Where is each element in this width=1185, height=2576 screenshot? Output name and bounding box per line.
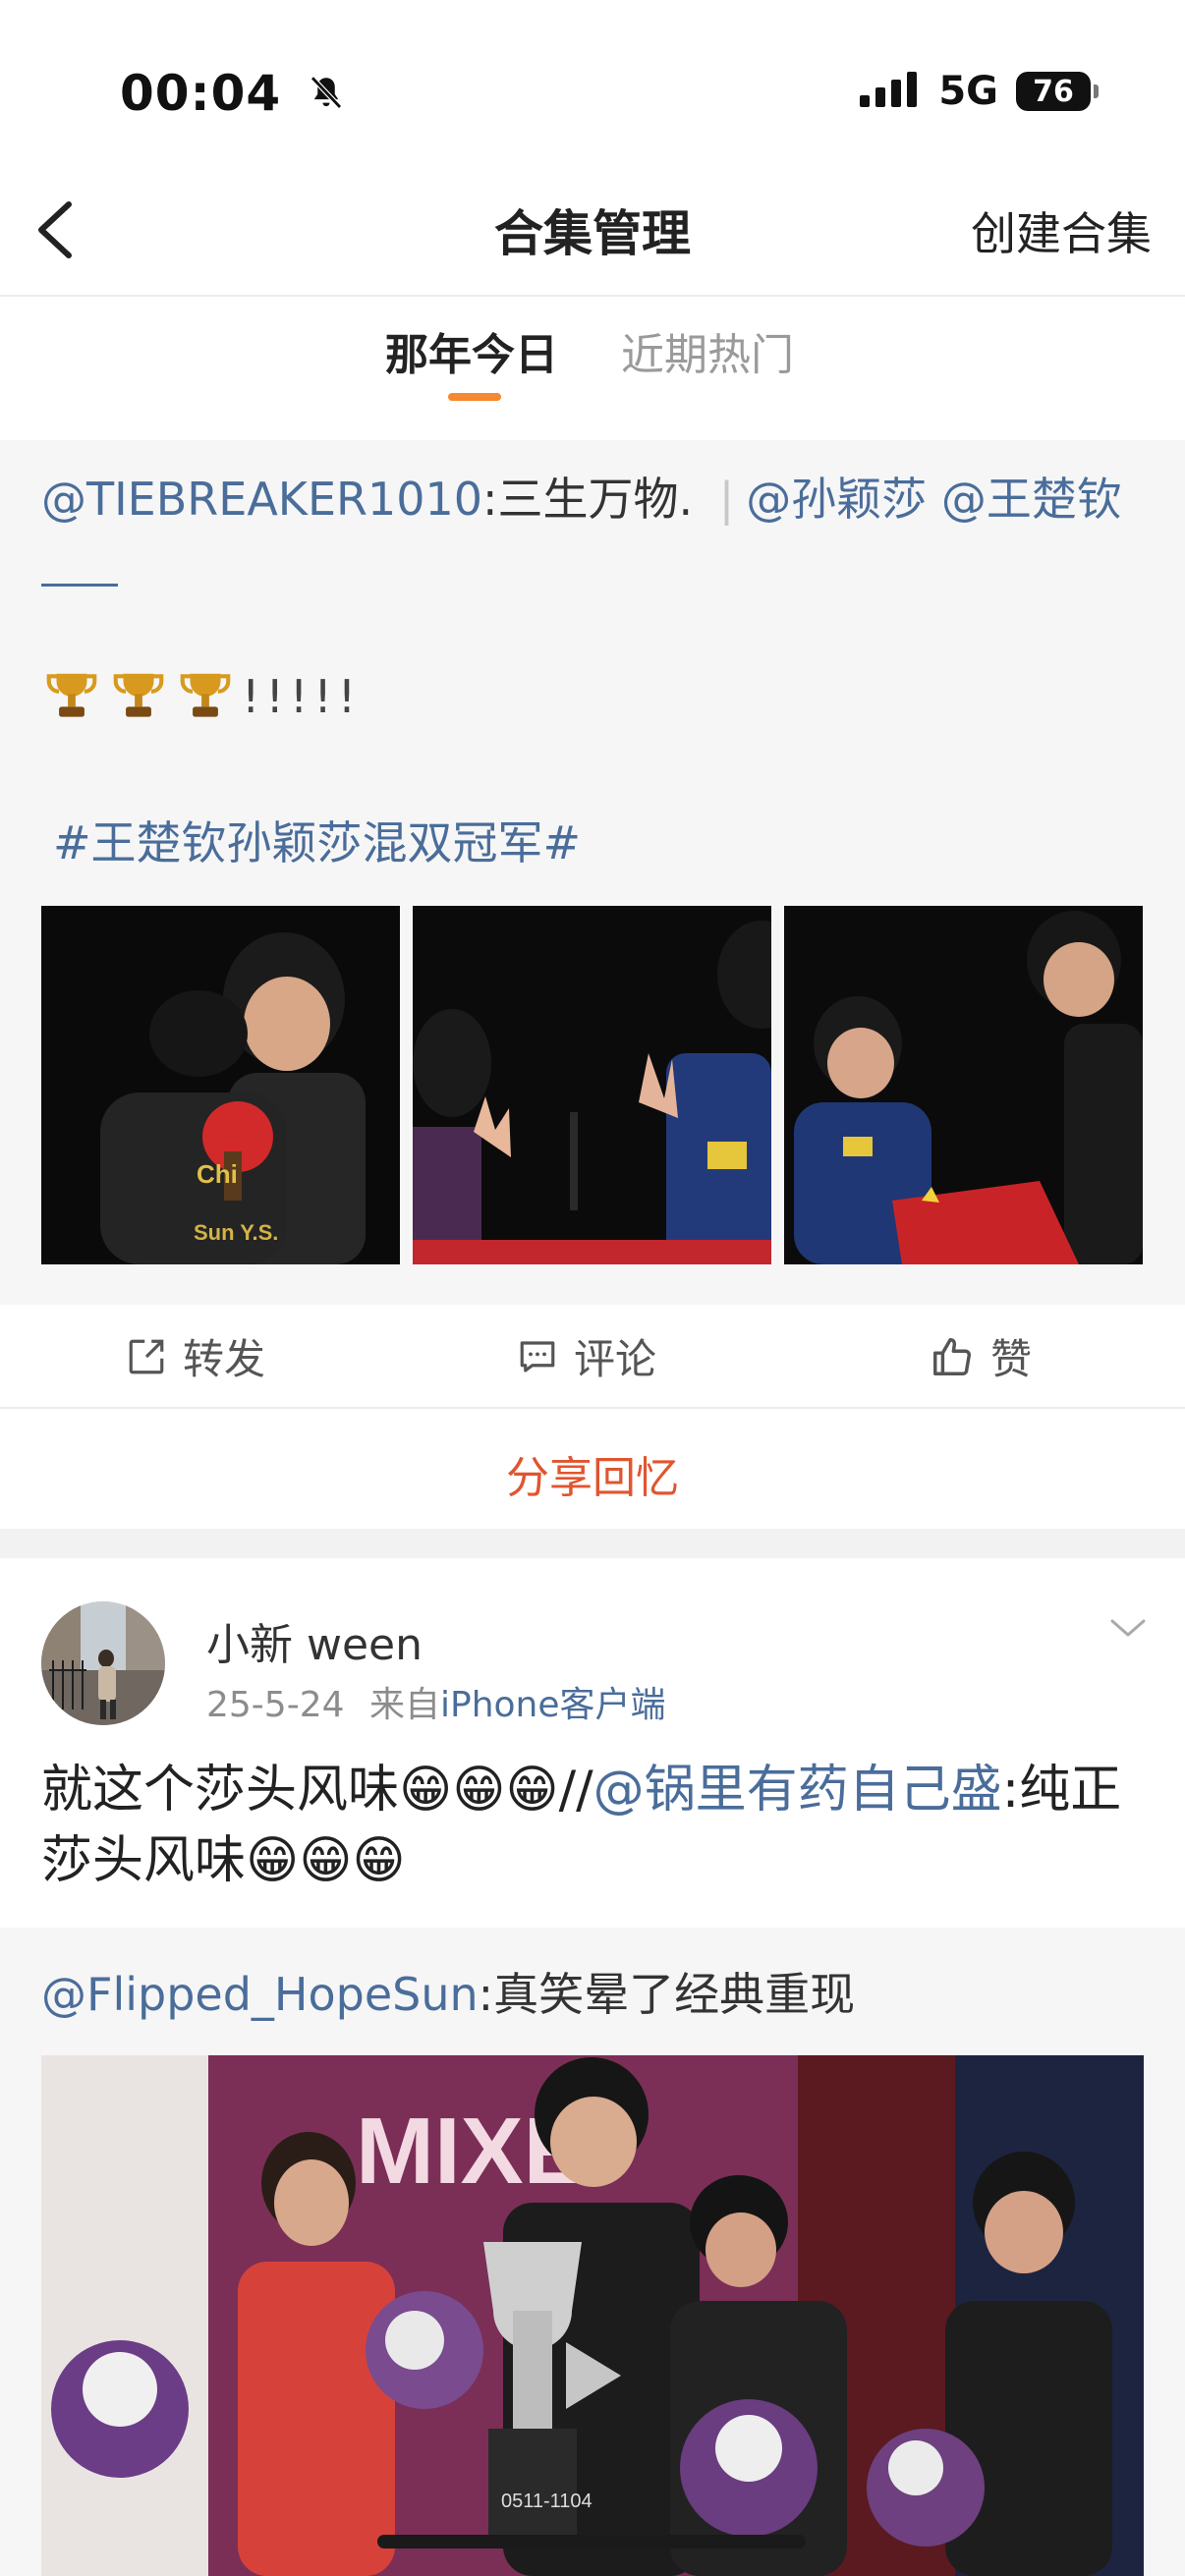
- post-text: 就这个莎头风味😁😁😁//@锅里有药自己盛:纯正莎头风味😁😁😁: [41, 1755, 1152, 1896]
- tab-this-day[interactable]: 那年今日: [385, 319, 558, 382]
- chevron-down-icon[interactable]: [1108, 1613, 1148, 1643]
- repost-label: 转发: [183, 1335, 266, 1383]
- tab-indicator: [448, 393, 501, 401]
- battery-level: 76: [1033, 74, 1074, 109]
- repost-author-link-2[interactable]: @Flipped_HopeSun: [41, 1968, 479, 2021]
- trophy-icon: [46, 673, 97, 717]
- comment-label: 评论: [574, 1335, 657, 1383]
- section-gap: [0, 1529, 1185, 1558]
- trophy-icon: [113, 673, 164, 717]
- like-label: 赞: [990, 1335, 1033, 1383]
- separator: |: [718, 473, 735, 526]
- trophy-icon: [180, 673, 231, 717]
- tab-recent-hot[interactable]: 近期热门: [621, 319, 794, 382]
- photo-thumbnail[interactable]: [784, 906, 1143, 1264]
- network-label: 5G: [938, 69, 998, 114]
- signal-icon: [860, 72, 918, 107]
- repost-text-2: :真笑晕了经典重现: [478, 1968, 856, 2021]
- exclaim-text: !!!!!: [242, 670, 363, 723]
- repost-line: @TIEBREAKER1010:三生万物. | @孙颖莎 @王楚钦: [41, 464, 1122, 529]
- play-icon[interactable]: [546, 2334, 629, 2417]
- plate-text: 0511-1104: [501, 2491, 592, 2512]
- time-text: 00:04: [120, 65, 282, 122]
- nav-divider: [0, 295, 1185, 297]
- link-underline: [41, 584, 118, 587]
- repost-author-link[interactable]: @TIEBREAKER1010: [41, 473, 482, 526]
- avatar[interactable]: [41, 1601, 165, 1725]
- mention-wang-chuqin[interactable]: @王楚钦: [941, 473, 1122, 526]
- mention-sun-yingsha[interactable]: @孙颖莎: [746, 473, 927, 526]
- post-text-a: 就这个莎头风味😁😁😁//: [41, 1761, 593, 1820]
- repost-text: :三生万物.: [482, 473, 707, 526]
- post-source: iPhone客户端: [439, 1685, 666, 1725]
- status-time: 00:04: [120, 65, 347, 122]
- status-indicators: 5G 76: [860, 69, 1099, 114]
- post-meta: 25-5-24 来自iPhone客户端: [206, 1676, 666, 1727]
- share-edit-icon: [129, 1339, 164, 1373]
- video-thumbnail[interactable]: MIXE 0511-1104: [41, 2055, 1144, 2576]
- trophy-line: !!!!!: [41, 666, 362, 727]
- mute-bell-icon: [310, 76, 342, 109]
- source-prefix: 来自: [368, 1685, 440, 1725]
- photo-thumbnail[interactable]: [413, 906, 771, 1264]
- post-date: 25-5-24: [206, 1685, 345, 1725]
- comment-icon: [520, 1340, 555, 1372]
- repost-line-2: @Flipped_HopeSun:真笑晕了经典重现: [41, 1959, 855, 2024]
- jersey-name-text: Sun Y.S.: [194, 1220, 278, 1245]
- actions-divider: [0, 1407, 1185, 1409]
- comment-button[interactable]: 评论: [517, 1326, 656, 1386]
- battery-icon: 76: [1016, 72, 1099, 111]
- mention-link[interactable]: @锅里有药自己盛: [593, 1761, 1002, 1820]
- author-name[interactable]: 小新 ween: [206, 1609, 423, 1672]
- thumbs-up-icon: [933, 1337, 971, 1375]
- repost-button[interactable]: 转发: [126, 1326, 265, 1386]
- home-indicator: [377, 2535, 806, 2548]
- photo-thumbnail[interactable]: Chi Sun Y.S.: [41, 906, 400, 1264]
- create-collection-button[interactable]: 创建合集: [971, 198, 1152, 263]
- hashtag-topic[interactable]: #王楚钦孙颖莎混双冠军#: [53, 808, 581, 872]
- like-button[interactable]: 赞: [930, 1326, 1032, 1386]
- jersey-text: Chi: [197, 1159, 238, 1189]
- share-memory-button[interactable]: 分享回忆: [0, 1442, 1185, 1505]
